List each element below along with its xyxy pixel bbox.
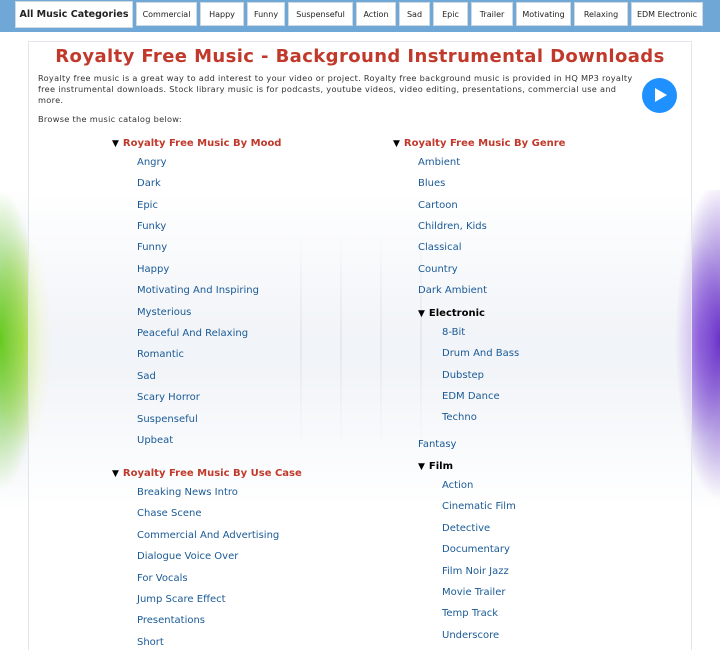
genre-link[interactable]: Classical [418,242,462,253]
nav-funny[interactable]: Funny [247,2,285,26]
mood-link[interactable]: Funky [137,221,166,232]
mood-link[interactable]: Mysterious [137,307,191,318]
film-link[interactable]: Cinematic Film [442,501,516,512]
mood-link[interactable]: Scary Horror [137,392,200,403]
electronic-link[interactable]: Dubstep [442,370,484,381]
genre-link[interactable]: Ambient [418,157,460,168]
mood-link[interactable]: Dark [137,178,161,189]
nav-suspenseful[interactable]: Suspenseful [288,2,353,26]
film-link[interactable]: Movie Trailer [442,587,505,598]
genre-link[interactable]: Country [418,264,458,275]
nav-edm-electronic[interactable]: EDM Electronic [631,2,703,26]
mood-heading[interactable]: ▼ Royalty Free Music By Mood [112,138,281,149]
nav-sad[interactable]: Sad [399,2,430,26]
collapse-triangle-icon: ▼ [112,139,119,149]
usecase-link[interactable]: Chase Scene [137,508,201,519]
electronic-link[interactable]: Drum And Bass [442,348,519,359]
content-panel [28,41,692,650]
nav-commercial[interactable]: Commercial [136,2,197,26]
mood-link[interactable]: Motivating And Inspiring [137,285,259,296]
usecase-link[interactable]: Jump Scare Effect [137,594,226,605]
film-link[interactable]: Documentary [442,544,510,555]
collapse-triangle-icon: ▼ [393,139,400,149]
usecase-link[interactable]: Breaking News Intro [137,487,238,498]
mood-link[interactable]: Sad [137,371,156,382]
nav-trailer[interactable]: Trailer [471,2,513,26]
browse-text: Browse the music catalog below: [38,114,182,124]
genre-link[interactable]: Children, Kids [418,221,487,232]
mood-link[interactable]: Peaceful And Relaxing [137,328,248,339]
mood-link[interactable]: Epic [137,200,158,211]
intro-text: Royalty free music is a great way to add… [38,73,633,105]
mood-link[interactable]: Romantic [137,349,184,360]
play-icon[interactable] [642,78,677,113]
genre-link[interactable]: Dark Ambient [418,285,487,296]
electronic-link[interactable]: 8-Bit [442,327,465,338]
collapse-triangle-icon: ▼ [418,309,425,319]
film-link[interactable]: Underscore [442,630,499,641]
film-heading[interactable]: ▼ Film [418,461,453,472]
film-link[interactable]: Film Noir Jazz [442,566,509,577]
category-nav-bar: All Music Categories Commercial Happy Fu… [0,0,720,32]
usecase-heading[interactable]: ▼ Royalty Free Music By Use Case [112,468,302,479]
nav-action[interactable]: Action [356,2,396,26]
genre-link[interactable]: Blues [418,178,445,189]
mood-link[interactable]: Angry [137,157,167,168]
film-link[interactable]: Detective [442,523,490,534]
film-link[interactable]: Temp Track [442,608,498,619]
nav-all-music-categories[interactable]: All Music Categories [15,1,133,28]
usecase-link[interactable]: For Vocals [137,573,188,584]
nav-epic[interactable]: Epic [433,2,468,26]
electronic-link[interactable]: Techno [442,412,477,423]
genre-link[interactable]: Cartoon [418,200,458,211]
nav-happy[interactable]: Happy [200,2,244,26]
collapse-triangle-icon: ▼ [418,462,425,472]
nav-relaxing[interactable]: Relaxing [574,2,628,26]
mood-link[interactable]: Happy [137,264,169,275]
collapse-triangle-icon: ▼ [112,469,119,479]
mood-link[interactable]: Suspenseful [137,414,198,425]
genre-link[interactable]: Fantasy [418,439,456,450]
usecase-link[interactable]: Presentations [137,615,205,626]
usecase-link[interactable]: Short [137,637,164,648]
mood-link[interactable]: Funny [137,242,167,253]
electronic-link[interactable]: EDM Dance [442,391,500,402]
film-link[interactable]: Action [442,480,473,491]
usecase-link[interactable]: Dialogue Voice Over [137,551,238,562]
usecase-link[interactable]: Commercial And Advertising [137,530,279,541]
mood-link[interactable]: Upbeat [137,435,173,446]
nav-motivating[interactable]: Motivating [516,2,571,26]
genre-heading[interactable]: ▼ Royalty Free Music By Genre [393,138,565,149]
electronic-heading[interactable]: ▼ Electronic [418,308,485,319]
page-title: Royalty Free Music - Background Instrume… [55,46,665,67]
